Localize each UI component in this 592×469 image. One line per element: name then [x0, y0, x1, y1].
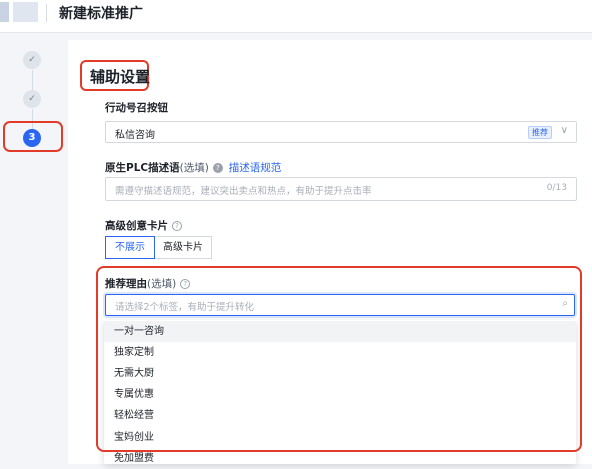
- step-2-check-icon[interactable]: ✓: [23, 90, 41, 108]
- step-sidebar: ✓ ✓ 3: [0, 34, 68, 464]
- plc-description-input[interactable]: 需遵守描述语规范，建议突出卖点和热点，有助于提升点击率 0/13: [105, 177, 577, 201]
- char-counter: 0/13: [546, 183, 567, 193]
- plc-optional: (选填): [179, 162, 209, 174]
- card-option-none[interactable]: 不展示: [105, 236, 155, 259]
- help-icon[interactable]: ?: [212, 163, 223, 173]
- step-highlight-box: [3, 121, 63, 152]
- plc-guideline-link[interactable]: 描述语规范: [229, 162, 282, 174]
- step-connector: [32, 70, 33, 90]
- plc-label-row: 原生PLC描述语(选填)? 描述语规范: [105, 160, 281, 175]
- cta-label: 行动号召按钮: [105, 102, 168, 114]
- recommended-badge: 推荐: [528, 126, 552, 139]
- help-icon[interactable]: ?: [172, 221, 182, 231]
- header-divider: [46, 4, 47, 22]
- cta-select-value: 私信咨询: [115, 130, 155, 141]
- logo: [0, 2, 38, 22]
- reason-highlight-box: [96, 266, 582, 452]
- section-title: 辅助设置: [90, 68, 151, 86]
- cta-select[interactable]: 私信咨询 推荐 ∨: [105, 121, 577, 143]
- page-title: 新建标准推广: [59, 6, 143, 22]
- plc-label: 原生PLC描述语: [105, 162, 180, 174]
- chevron-down-icon[interactable]: ∨: [561, 125, 568, 136]
- plc-placeholder: 需遵守描述语规范，建议突出卖点和热点，有助于提升点击率: [115, 186, 372, 197]
- card-label-row: 高级创意卡片?: [105, 218, 182, 233]
- top-bar: 新建标准推广: [0, 0, 592, 33]
- step-1-check-icon[interactable]: ✓: [23, 51, 41, 69]
- card-option-advanced[interactable]: 高级卡片: [154, 236, 212, 259]
- card-label: 高级创意卡片: [105, 220, 168, 232]
